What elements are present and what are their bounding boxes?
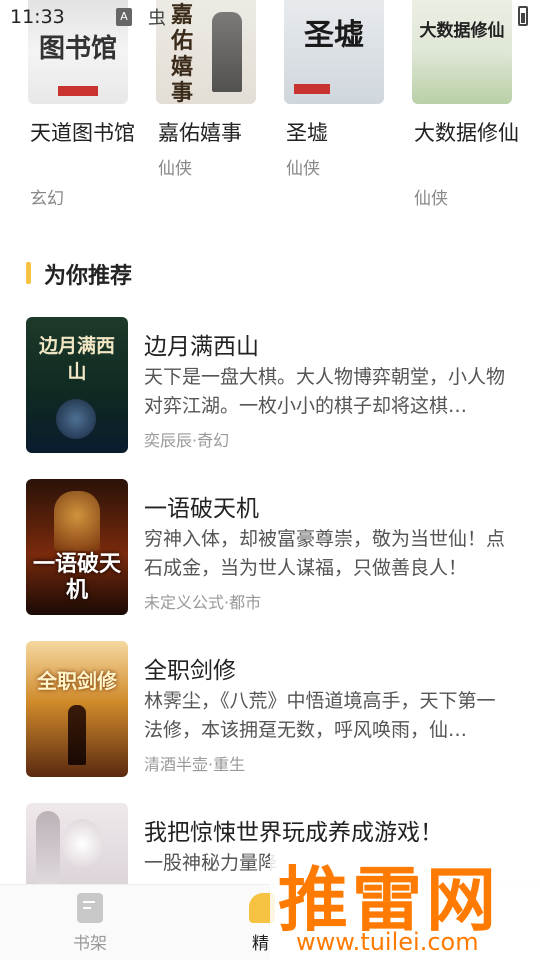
book-title: 一语破天机 — [144, 496, 259, 522]
cover-title-art: 一语破天机 — [32, 551, 121, 603]
book-meta: 未定义公式·都市 — [144, 593, 262, 612]
book-description: 天下是一盘大棋。大人物博弈朝堂，小人物对弈江湖。一枚小小的棋子却将这棋… — [144, 366, 506, 417]
cover-title-art: 边月满西山 — [38, 335, 115, 383]
bug-icon: 虫 — [148, 8, 166, 29]
book-genre: 仙侠 — [286, 159, 320, 179]
book-genre: 仙侠 — [414, 189, 448, 209]
notification-a-icon: A — [116, 8, 132, 26]
list-item[interactable]: 全职剑修 全职剑修 林霁尘，《八荒》中悟道境高手，天下第一法修，本该拥趸无数，呼… — [26, 641, 516, 777]
section-accent-bar — [26, 262, 31, 284]
watermark-url: www.tuilei.com — [296, 928, 479, 956]
book-description: 林霁尘，《八荒》中悟道境高手，天下第一法修，本该拥趸无数，呼风唤雨，仙… — [144, 690, 496, 741]
cover-title-art: 全职剑修 — [37, 669, 117, 693]
watermark: 推雷网 www.tuilei.com — [270, 842, 540, 960]
book-title: 圣墟 — [286, 121, 328, 145]
list-item[interactable]: 一语破天机 一语破天机 穷神入体，却被富豪尊崇，敬为当世仙！点石成金，当为世人谋… — [26, 479, 516, 615]
book-title: 嘉佑嬉事 — [158, 121, 242, 145]
book-cover[interactable]: 一语破天机 — [26, 479, 128, 615]
book-title: 全职剑修 — [144, 658, 236, 684]
book-meta: 奕辰辰·奇幻 — [144, 431, 230, 450]
book-description: 穷神入体，却被富豪尊崇，敬为当世仙！点石成金，当为世人谋福，只做善良人！ — [144, 528, 506, 579]
book-meta: 清酒半壶·重生 — [144, 755, 246, 774]
nav-bookshelf[interactable]: 书架 — [50, 893, 130, 954]
bookshelf-icon — [77, 893, 103, 923]
book-title: 大数据修仙 — [414, 121, 519, 145]
status-time: 11:33 — [10, 6, 65, 28]
section-title: 为你推荐 — [44, 264, 133, 289]
list-item[interactable]: 边月满西山 边月满西山 天下是一盘大棋。大人物博弈朝堂，小人物对弈江湖。一枚小小… — [26, 317, 516, 453]
book-genre: 玄幻 — [30, 189, 64, 209]
status-bar: 11:33 A 虫 — [0, 0, 540, 34]
book-title: 天道图书馆 — [30, 121, 135, 145]
book-genre: 仙侠 — [158, 159, 192, 179]
battery-icon — [518, 6, 528, 26]
nav-label: 书架 — [73, 934, 107, 954]
book-cover[interactable]: 全职剑修 — [26, 641, 128, 777]
book-title: 边月满西山 — [144, 334, 259, 360]
book-cover[interactable]: 边月满西山 — [26, 317, 128, 453]
